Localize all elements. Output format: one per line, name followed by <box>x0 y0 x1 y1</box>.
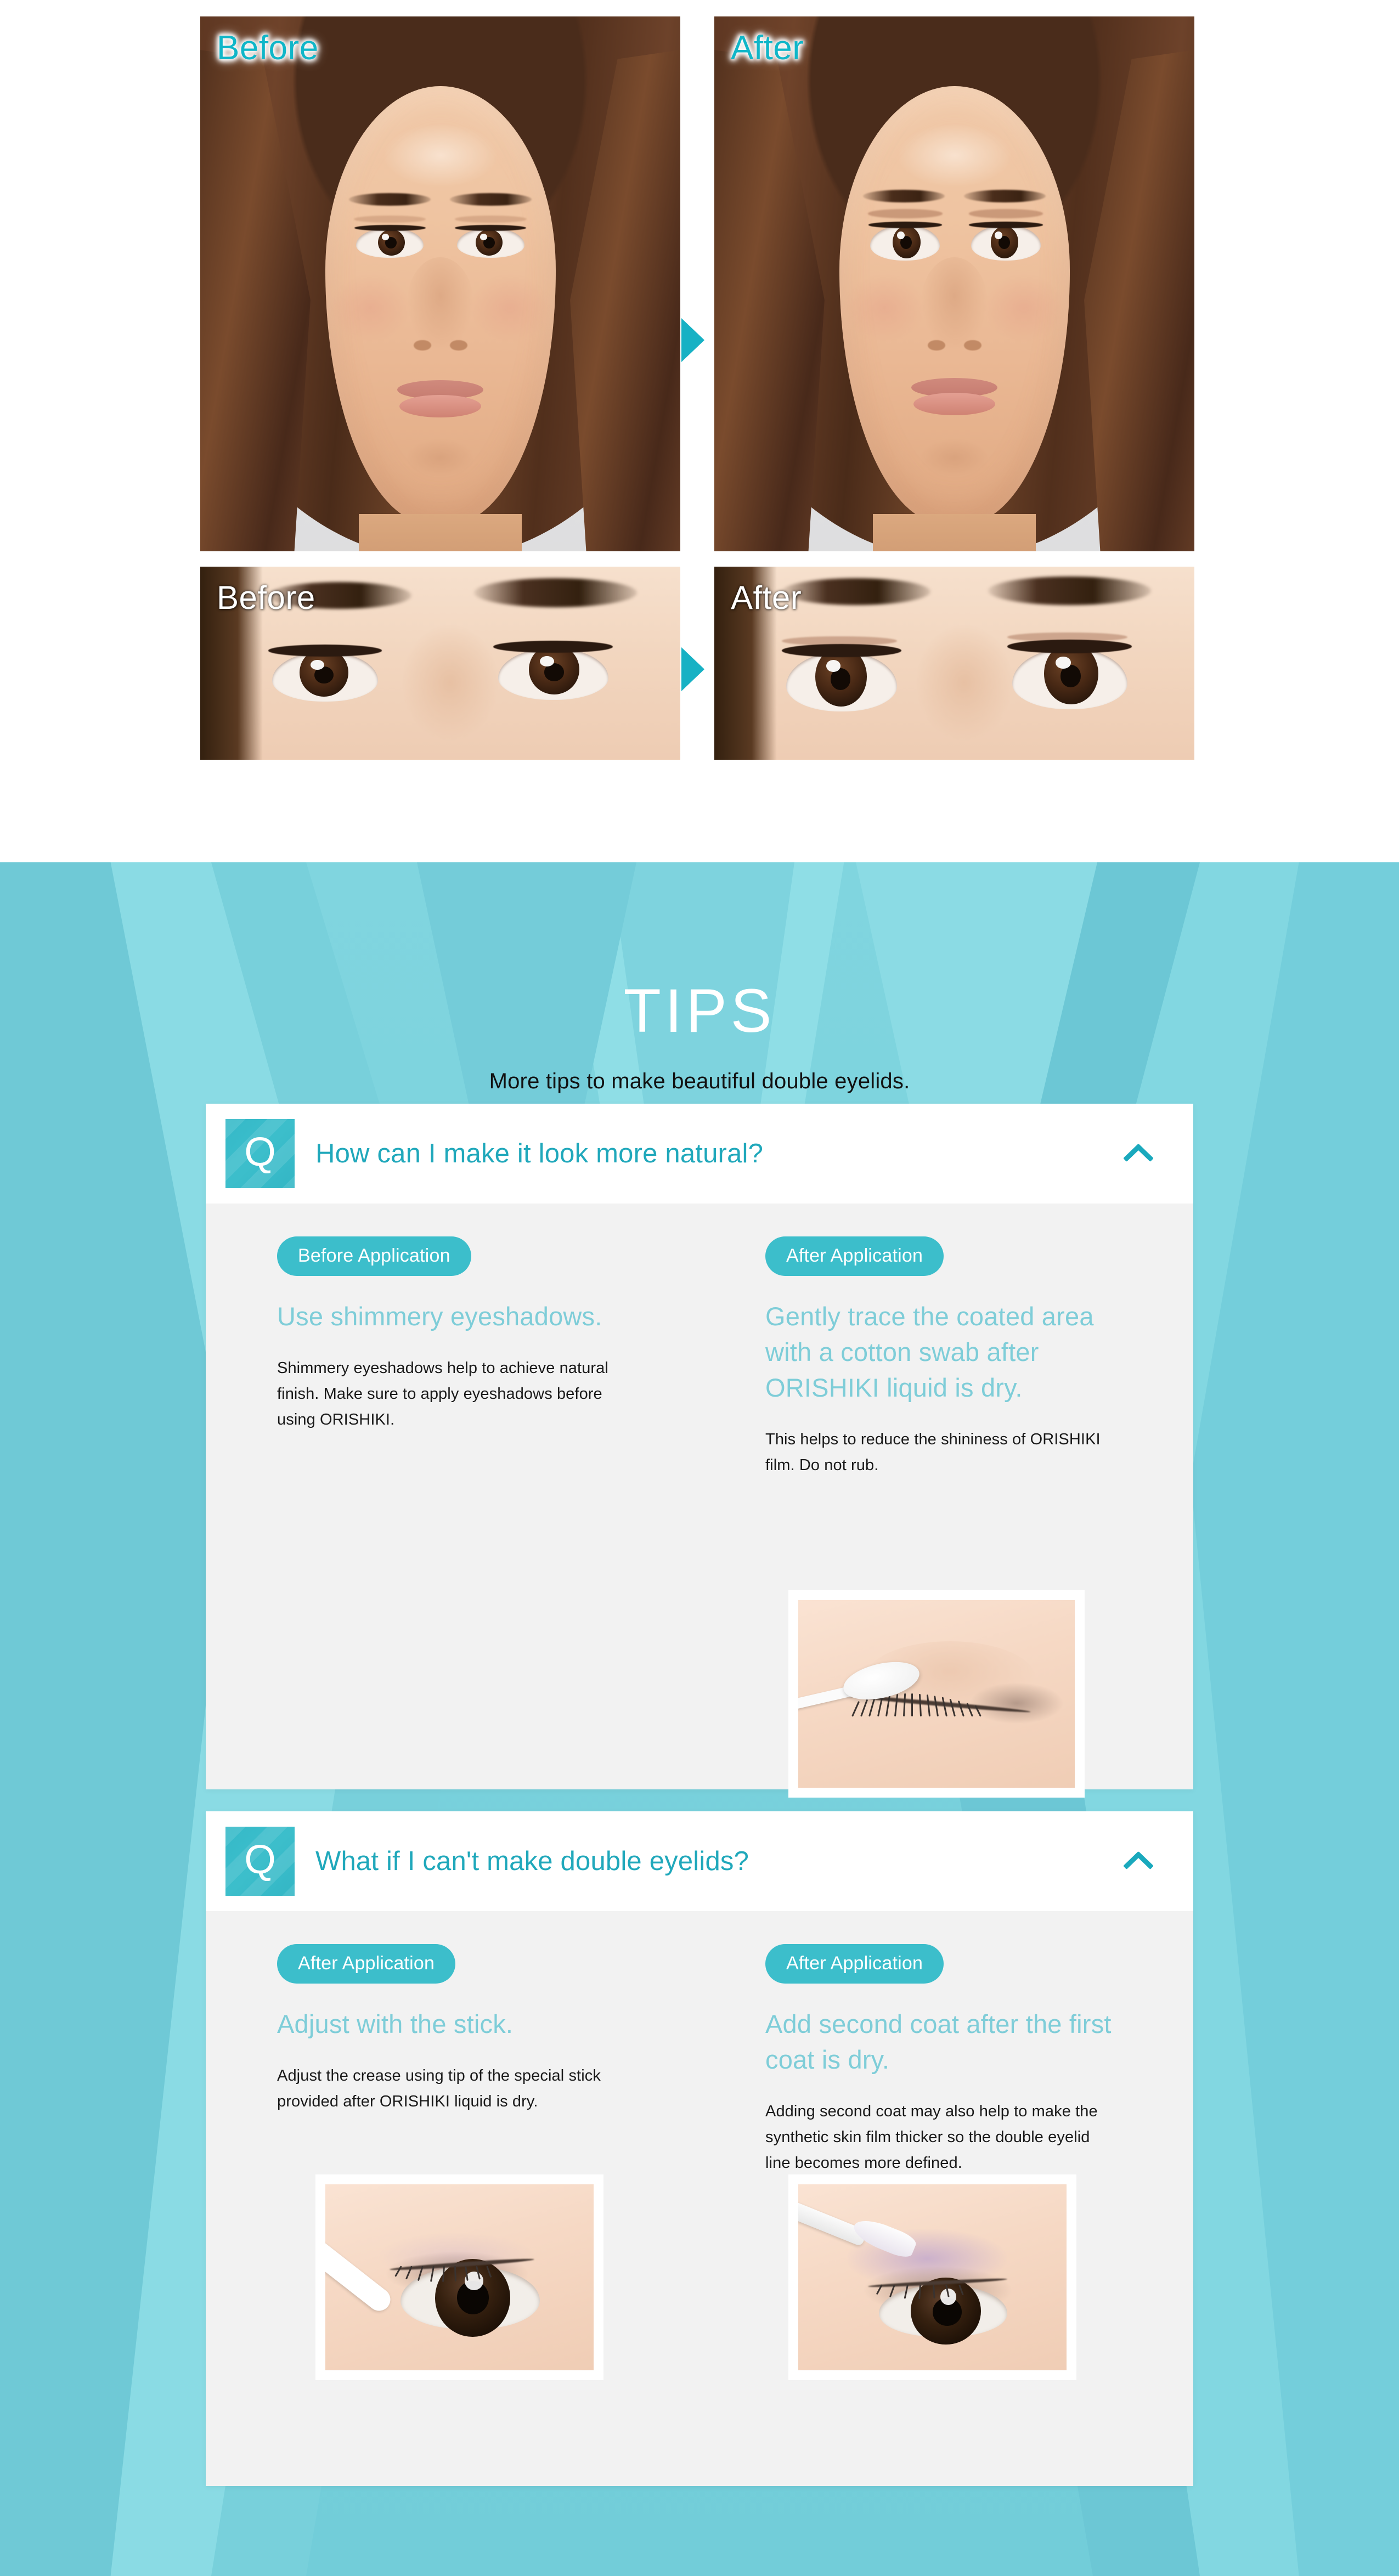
tip-column: Before Application Use shimmery eyeshado… <box>206 1236 700 1478</box>
before-after-comparison-section: Before After Before After <box>0 0 1399 862</box>
tip-description: Shimmery eyeshadows help to achieve natu… <box>277 1359 608 1428</box>
application-stage-pill: Before Application <box>277 1236 471 1276</box>
application-stage-pill: After Application <box>765 1236 944 1276</box>
tip-heading: Use shimmery eyeshadows. <box>277 1302 602 1331</box>
before-label: Before <box>217 579 315 616</box>
page-root: Before After Before After TIPS More tips… <box>0 0 1399 2576</box>
tips-header: TIPS More tips to make beautiful double … <box>0 980 1399 1094</box>
tip-description: Adding second coat may also help to make… <box>765 2102 1098 2172</box>
tip-card-body: Before Application Use shimmery eyeshado… <box>206 1204 1193 1798</box>
after-label: After <box>731 579 802 616</box>
after-face-photo: After <box>714 16 1194 551</box>
after-eye-closeup-photo: After <box>714 567 1194 760</box>
tip-heading: Gently trace the coated area with a cott… <box>765 1302 1094 1402</box>
tip-heading: Adjust with the stick. <box>277 2009 514 2038</box>
tips-section: TIPS More tips to make beautiful double … <box>0 862 1399 2576</box>
application-stage-pill: After Application <box>765 1944 944 1984</box>
after-label: After <box>731 29 804 67</box>
question-badge-icon: Q <box>225 1827 295 1896</box>
before-eye-closeup-photo: Before <box>200 567 680 760</box>
before-face-illustration <box>200 16 680 551</box>
question-badge-letter: Q <box>244 1837 276 1882</box>
tip-card-body: After Application Adjust with the stick.… <box>206 1911 1193 2380</box>
question-badge-icon: Q <box>225 1119 295 1188</box>
arrow-right-triangle-icon <box>681 318 704 362</box>
applicator-second-coat-photo <box>788 2174 1076 2380</box>
tip-column: After Application Gently trace the coate… <box>700 1236 1193 1478</box>
tip-description: This helps to reduce the shininess of OR… <box>765 1430 1101 1474</box>
tip-description: Adjust the crease using tip of the speci… <box>277 2066 601 2110</box>
stick-adjusting-crease-photo <box>315 2174 603 2380</box>
page-subtitle: More tips to make beautiful double eyeli… <box>489 1069 910 1093</box>
after-face-illustration <box>714 16 1194 551</box>
tip-card: Q How can I make it look more natural? B… <box>206 1104 1193 1798</box>
tip-card-question: How can I make it look more natural? <box>315 1139 764 1168</box>
cotton-swab-on-eyelid-photo <box>788 1590 1085 1798</box>
tip-card-header[interactable]: Q How can I make it look more natural? <box>206 1104 1193 1204</box>
tip-column: After Application Adjust with the stick.… <box>206 1944 700 2176</box>
chevron-up-icon[interactable] <box>1121 1851 1155 1872</box>
arrow-right-triangle-icon <box>681 647 704 691</box>
chevron-up-icon[interactable] <box>1121 1143 1155 1164</box>
before-face-photo: Before <box>200 16 680 551</box>
tip-column: After Application Add second coat after … <box>700 1944 1193 2176</box>
tip-card-header[interactable]: Q What if I can't make double eyelids? <box>206 1811 1193 1911</box>
tip-heading: Add second coat after the first coat is … <box>765 2009 1112 2074</box>
question-badge-letter: Q <box>244 1129 276 1174</box>
page-title: TIPS <box>623 976 776 1045</box>
before-label: Before <box>217 29 319 67</box>
tip-card: Q What if I can't make double eyelids? A… <box>206 1811 1193 2486</box>
application-stage-pill: After Application <box>277 1944 456 1984</box>
tip-card-question: What if I can't make double eyelids? <box>315 1846 749 1876</box>
